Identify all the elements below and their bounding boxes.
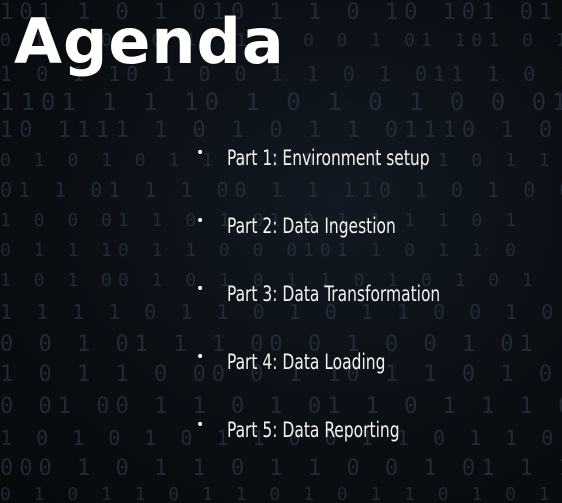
bullet-icon: • bbox=[196, 281, 205, 297]
list-item: • Part 2: Data Ingestion bbox=[196, 208, 487, 276]
agenda-item-label: Part 4: Data Loading bbox=[227, 350, 386, 374]
agenda-slide: 101 1 0 1 010 1 1 0 10 101 01 1 1 1 01 0… bbox=[0, 0, 562, 503]
list-item: • Part 1: Environment setup bbox=[196, 140, 487, 208]
agenda-item-label: Part 1: Environment setup bbox=[227, 146, 430, 170]
agenda-list: • Part 1: Environment setup • Part 2: Da… bbox=[196, 140, 487, 480]
bullet-icon: • bbox=[196, 417, 205, 433]
list-item: • Part 3: Data Transformation bbox=[196, 276, 487, 344]
agenda-item-label: Part 2: Data Ingestion bbox=[227, 214, 396, 238]
agenda-item-label: Part 5: Data Reporting bbox=[227, 418, 400, 442]
agenda-item-label: Part 3: Data Transformation bbox=[227, 282, 441, 306]
list-item: • Part 4: Data Loading bbox=[196, 344, 487, 412]
bullet-icon: • bbox=[196, 213, 205, 229]
bullet-icon: • bbox=[196, 145, 205, 161]
list-item: • Part 5: Data Reporting bbox=[196, 412, 487, 480]
page-title: Agenda bbox=[14, 5, 285, 78]
bullet-icon: • bbox=[196, 349, 205, 365]
